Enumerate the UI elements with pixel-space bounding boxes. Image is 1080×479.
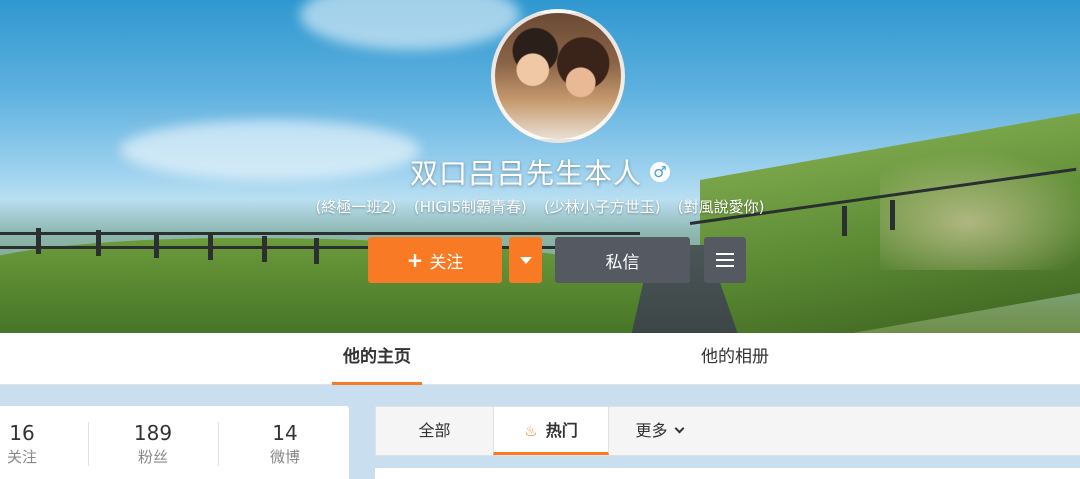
divider bbox=[88, 422, 89, 466]
chevron-down-icon bbox=[674, 423, 684, 434]
male-icon: ♂ bbox=[650, 162, 670, 182]
tab-album[interactable]: 他的相册 bbox=[690, 333, 780, 385]
profile-tag[interactable]: (少林小子方世玉) bbox=[544, 198, 661, 216]
stat-label: 微博 bbox=[269, 448, 300, 466]
message-label: 私信 bbox=[605, 252, 640, 273]
avatar[interactable] bbox=[491, 9, 625, 143]
profile-tag[interactable]: (對風說愛你) bbox=[678, 198, 765, 216]
profile-name: 双口吕吕先生本人 bbox=[409, 157, 642, 190]
fence-post bbox=[314, 238, 319, 264]
filter-tab-all[interactable]: 全部 bbox=[376, 407, 493, 455]
follow-dropdown-button[interactable] bbox=[509, 237, 542, 283]
fence-post bbox=[36, 228, 41, 254]
fence-post bbox=[262, 236, 267, 262]
profile-tag[interactable]: (終極一班2) bbox=[316, 198, 397, 216]
profile-cover: 双口吕吕先生本人 ♂ (終極一班2) (HIGI5制霸青春) (少林小子方世玉) … bbox=[0, 0, 1080, 333]
plus-icon: + bbox=[406, 248, 424, 272]
filter-tab-more[interactable]: 更多 bbox=[609, 407, 709, 455]
profile-name-row: 双口吕吕先生本人 ♂ bbox=[0, 152, 1080, 192]
fence-post bbox=[154, 232, 159, 258]
divider bbox=[218, 422, 219, 466]
menu-icon bbox=[716, 253, 734, 267]
stat-followers[interactable]: 189 粉丝 bbox=[110, 420, 196, 468]
stat-number: 189 bbox=[133, 421, 173, 445]
filter-tab-hot[interactable]: ♨ 热门 bbox=[493, 407, 609, 455]
stats-card: 16 关注 189 粉丝 14 微博 bbox=[0, 406, 349, 479]
follow-button[interactable]: + 关注 bbox=[368, 237, 502, 283]
caret-down-icon bbox=[519, 256, 532, 264]
stat-label: 关注 bbox=[6, 448, 37, 466]
cloud-decoration bbox=[300, 0, 520, 50]
feed-content-area bbox=[375, 468, 1080, 479]
message-button[interactable]: 私信 bbox=[555, 237, 690, 283]
stat-posts[interactable]: 14 微博 bbox=[242, 420, 328, 468]
fence-post bbox=[96, 230, 101, 256]
stat-number: 14 bbox=[272, 421, 298, 445]
filter-hot-label: 热门 bbox=[545, 421, 578, 440]
flame-icon: ♨ bbox=[524, 422, 538, 440]
stat-following[interactable]: 16 关注 bbox=[0, 420, 44, 468]
follow-label: 关注 bbox=[429, 252, 464, 273]
stat-number: 16 bbox=[9, 421, 35, 445]
filter-more-label: 更多 bbox=[635, 421, 668, 440]
more-menu-button[interactable] bbox=[704, 237, 746, 283]
tab-home[interactable]: 他的主页 bbox=[332, 333, 422, 385]
profile-tag[interactable]: (HIGI5制霸青春) bbox=[414, 198, 527, 216]
fence-post bbox=[208, 234, 213, 260]
feed-filter-bar: 全部 ♨ 热门 更多 bbox=[375, 406, 1080, 456]
profile-tags: (終極一班2) (HIGI5制霸青春) (少林小子方世玉) (對風說愛你) bbox=[0, 196, 1080, 217]
profile-tabbar: 他的主页 他的相册 bbox=[0, 333, 1080, 385]
stat-label: 粉丝 bbox=[137, 448, 168, 466]
